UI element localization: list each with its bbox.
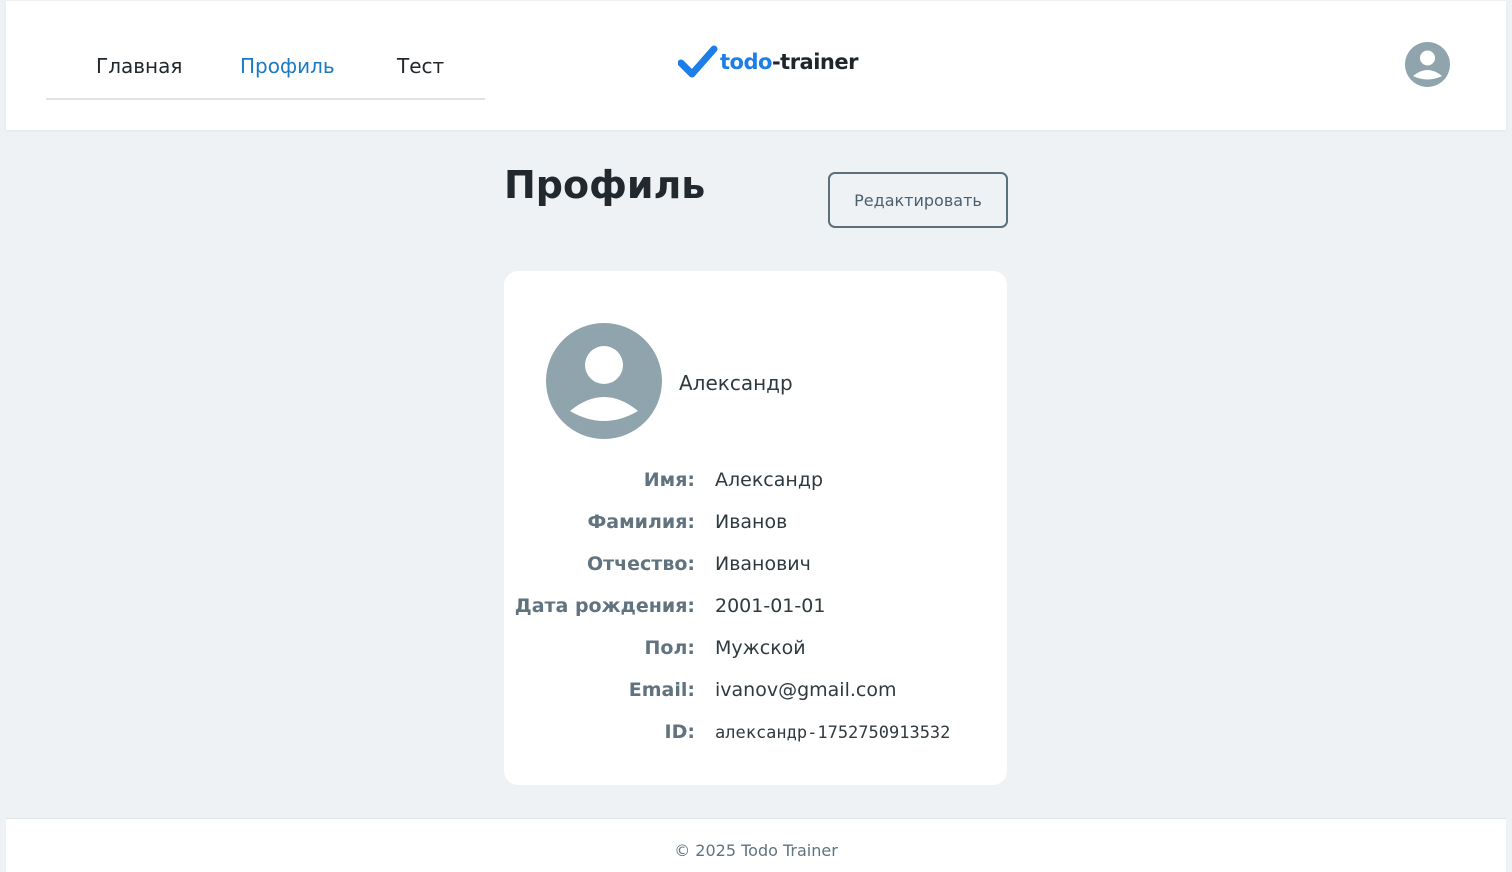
field-label: ID: bbox=[664, 721, 695, 743]
profile-card: Александр Имя: Александр Фамилия: Иванов… bbox=[504, 271, 1007, 785]
field-gender: Пол: Мужской bbox=[504, 637, 1007, 667]
field-email: Email: ivanov@gmail.com bbox=[504, 679, 1007, 709]
top-header: Главная Профиль Тест todo-trainer bbox=[6, 1, 1506, 130]
page-footer: © 2025 Todo Trainer bbox=[6, 818, 1506, 872]
field-last-name: Фамилия: Иванов bbox=[504, 511, 1007, 541]
footer-copyright: © 2025 Todo Trainer bbox=[674, 841, 838, 860]
edit-profile-button[interactable]: Редактировать bbox=[828, 172, 1008, 228]
field-id: ID: александр-1752750913532 bbox=[504, 721, 1007, 751]
field-value: ivanov@gmail.com bbox=[715, 679, 897, 701]
nav-item-home[interactable]: Главная bbox=[96, 54, 182, 78]
field-label: Дата рождения: bbox=[514, 595, 695, 617]
field-label: Пол: bbox=[644, 637, 695, 659]
field-birth-date: Дата рождения: 2001-01-01 bbox=[504, 595, 1007, 625]
profile-display-name: Александр bbox=[679, 371, 793, 395]
field-value: Иванов bbox=[715, 511, 788, 533]
field-first-name: Имя: Александр bbox=[504, 469, 1007, 499]
page-title: Профиль bbox=[504, 163, 706, 207]
field-value: 2001-01-01 bbox=[715, 595, 826, 617]
field-patronymic: Отчество: Иванович bbox=[504, 553, 1007, 583]
field-label: Отчество: bbox=[586, 553, 695, 575]
field-value: Мужской bbox=[715, 637, 806, 659]
field-value: александр-1752750913532 bbox=[715, 723, 951, 743]
field-value: Иванович bbox=[715, 553, 811, 575]
nav-item-profile[interactable]: Профиль bbox=[240, 54, 335, 78]
user-avatar-icon[interactable] bbox=[1405, 42, 1450, 87]
main-nav: Главная Профиль Тест bbox=[46, 1, 485, 100]
nav-item-test[interactable]: Тест bbox=[397, 54, 444, 78]
field-value: Александр bbox=[715, 469, 824, 491]
field-label: Email: bbox=[628, 679, 695, 701]
profile-avatar-icon bbox=[546, 323, 662, 439]
field-label: Имя: bbox=[643, 469, 695, 491]
logo-text: todo-trainer bbox=[720, 50, 858, 74]
app-logo[interactable]: todo-trainer bbox=[678, 45, 858, 79]
field-label: Фамилия: bbox=[587, 511, 695, 533]
checkmark-icon bbox=[678, 45, 718, 78]
